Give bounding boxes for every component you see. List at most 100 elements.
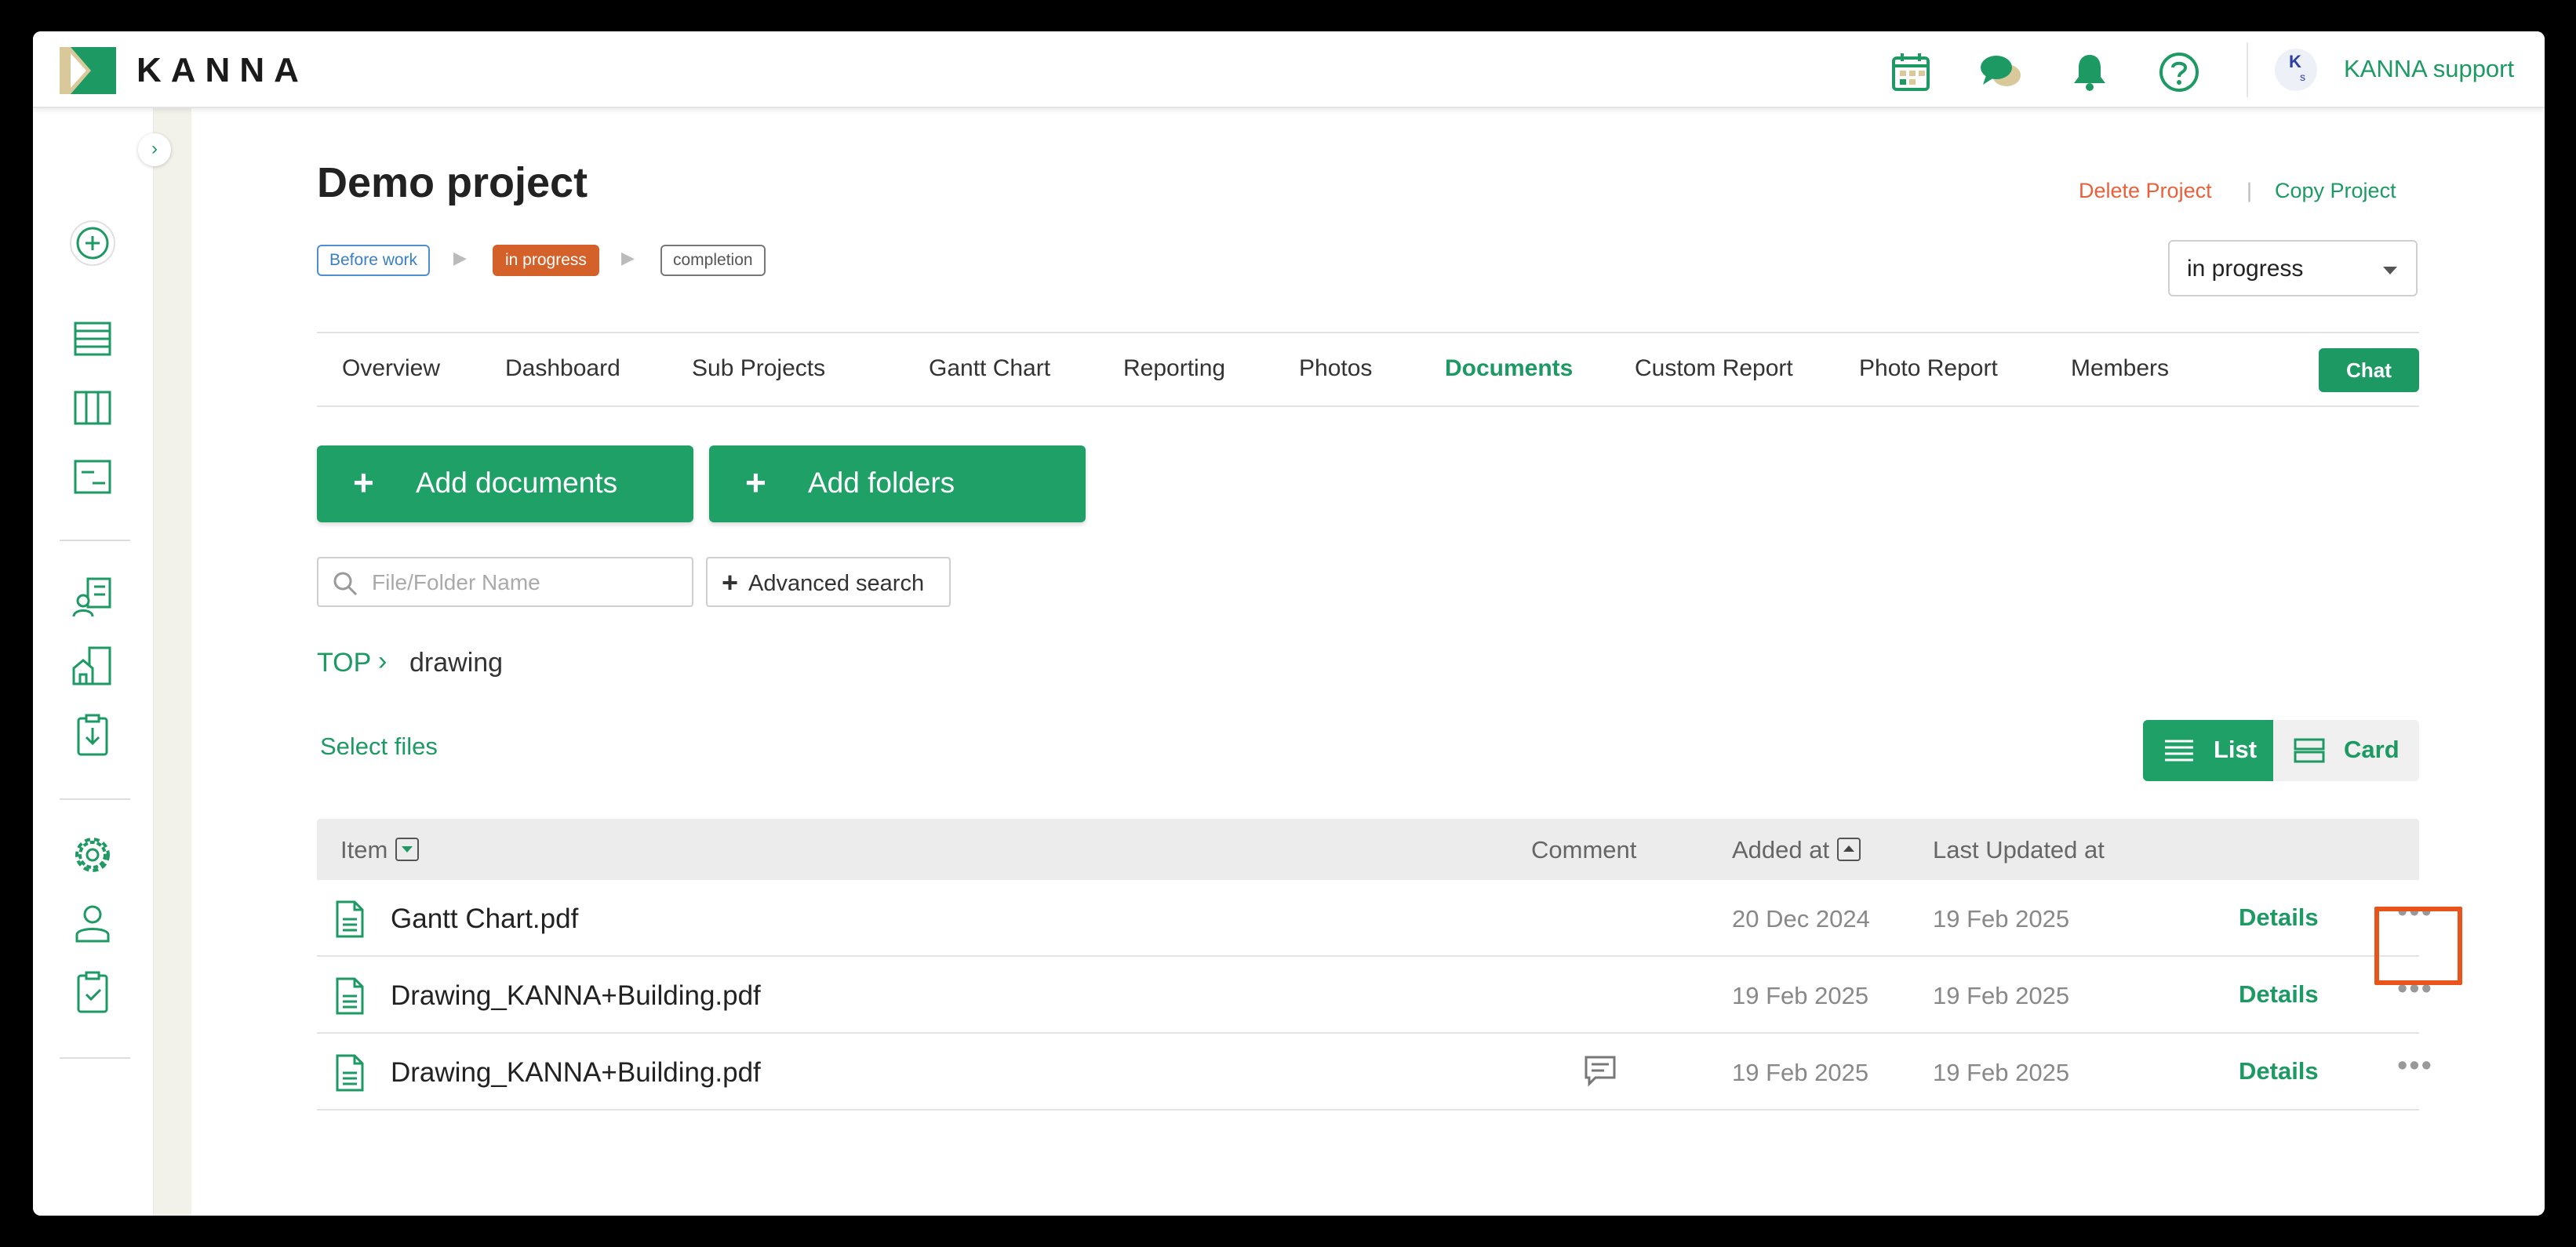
delete-project-link[interactable]: Delete Project	[2079, 179, 2212, 203]
tab-photos[interactable]: Photos	[1299, 355, 1372, 382]
updated-date: 19 Feb 2025	[1933, 1059, 2070, 1086]
status-select-value: in progress	[2187, 256, 2304, 282]
building-icon[interactable]	[69, 643, 116, 690]
chat-bubbles-icon[interactable]	[1978, 50, 2022, 94]
list-view-label: List	[2214, 736, 2258, 763]
list-icon[interactable]	[69, 315, 116, 362]
logo-text: KANNA	[136, 51, 308, 89]
card-view-icon	[2294, 738, 2325, 763]
file-search-field	[317, 557, 693, 607]
file-name[interactable]: Drawing_KANNA+Building.pdf	[391, 1057, 761, 1089]
app-window: KANNA K s KANNA support › Demo project D…	[33, 31, 2545, 1216]
tab-documents[interactable]: Documents	[1445, 355, 1573, 382]
column-updated: Last Updated at	[1933, 836, 2105, 863]
avatar-sub: s	[2300, 71, 2305, 83]
tab-reporting[interactable]: Reporting	[1123, 355, 1225, 382]
help-icon[interactable]	[2157, 50, 2201, 94]
comment-icon[interactable]	[1583, 1054, 1617, 1089]
details-link[interactable]: Details	[2239, 980, 2319, 1009]
breadcrumb-current: drawing	[409, 648, 504, 678]
sidebar-expand-button[interactable]: ›	[138, 133, 171, 166]
sidebar	[33, 108, 154, 1216]
plus-icon: +	[353, 462, 374, 503]
status-select[interactable]: in progress	[2168, 240, 2418, 296]
clipboard-check-icon[interactable]	[69, 969, 116, 1016]
calendar-icon[interactable]	[1889, 50, 1933, 94]
file-name[interactable]: Gantt Chart.pdf	[391, 903, 578, 935]
column-item[interactable]: Item	[340, 836, 420, 864]
file-name[interactable]: Drawing_KANNA+Building.pdf	[391, 980, 761, 1012]
table-row[interactable]: Drawing_KANNA+Building.pdf 19 Feb 2025 1…	[317, 1034, 2432, 1111]
card-view-button[interactable]: Card	[2273, 720, 2419, 781]
columns-icon[interactable]	[69, 384, 116, 431]
top-header: KANNA K s KANNA support	[33, 31, 2545, 108]
stage-in-progress[interactable]: in progress	[493, 245, 599, 276]
sidebar-rail	[154, 108, 191, 1216]
avatar-initial: K	[2289, 52, 2301, 71]
chat-button[interactable]: Chat	[2319, 348, 2419, 392]
card-view-label: Card	[2344, 736, 2400, 763]
added-date: 19 Feb 2025	[1732, 982, 1869, 1009]
stage-before-work[interactable]: Before work	[317, 245, 431, 276]
settings-icon[interactable]	[69, 831, 116, 878]
copy-project-link[interactable]: Copy Project	[2275, 179, 2396, 203]
user-icon[interactable]	[69, 900, 116, 947]
stage-completion[interactable]: completion	[660, 245, 766, 276]
add-folders-button[interactable]: + Add folders	[709, 445, 1086, 522]
advanced-search-label: Advanced search	[748, 571, 925, 596]
add-folders-label: Add folders	[808, 467, 955, 499]
view-toggle: List Card	[2143, 720, 2419, 781]
table-header: Item Comment Added at Last Updated at	[317, 819, 2419, 880]
updated-date: 19 Feb 2025	[1933, 982, 2070, 1009]
sort-desc-icon[interactable]	[395, 837, 420, 861]
avatar[interactable]: K s	[2275, 49, 2317, 91]
kanna-logo[interactable]: KANNA	[60, 47, 308, 94]
report-icon[interactable]	[69, 453, 116, 500]
column-comment: Comment	[1531, 836, 1637, 863]
tab-gantt-chart[interactable]: Gantt Chart	[929, 355, 1050, 382]
tab-overview[interactable]: Overview	[342, 355, 440, 382]
column-item-label: Item	[340, 836, 388, 863]
stage-arrow-icon: ▶	[621, 248, 635, 267]
tab-photo-report[interactable]: Photo Report	[1859, 355, 1998, 382]
added-date: 19 Feb 2025	[1732, 1059, 1869, 1086]
page-title: Demo project	[317, 159, 588, 206]
sort-asc-icon[interactable]	[1837, 837, 1861, 861]
details-link[interactable]: Details	[2239, 1057, 2319, 1085]
bell-icon[interactable]	[2068, 50, 2112, 94]
project-tabs: Overview Dashboard Sub Projects Gantt Ch…	[317, 332, 2419, 407]
breadcrumb-top-link[interactable]: TOP	[317, 648, 371, 678]
list-view-icon	[2165, 740, 2193, 762]
add-documents-button[interactable]: + Add documents	[317, 445, 693, 522]
plus-icon: +	[745, 462, 766, 503]
link-separator: |	[2247, 179, 2253, 202]
list-view-button[interactable]: List	[2143, 720, 2273, 781]
table-row[interactable]: Gantt Chart.pdf 20 Dec 2024 19 Feb 2025 …	[317, 880, 2432, 957]
column-added[interactable]: Added at	[1732, 836, 1861, 864]
updated-date: 19 Feb 2025	[1933, 905, 2070, 933]
client-icon[interactable]	[69, 574, 116, 621]
column-added-label: Added at	[1732, 836, 1830, 863]
user-name-link[interactable]: KANNA support	[2344, 55, 2514, 83]
tab-custom-report[interactable]: Custom Report	[1635, 355, 1793, 382]
add-circle-icon[interactable]	[69, 220, 116, 267]
document-icon	[336, 977, 364, 1015]
table-row[interactable]: Drawing_KANNA+Building.pdf 19 Feb 2025 1…	[317, 957, 2432, 1034]
sidebar-divider	[60, 540, 130, 541]
tab-sub-projects[interactable]: Sub Projects	[692, 355, 825, 382]
search-input[interactable]	[372, 568, 678, 598]
chevron-right-icon: ›	[378, 646, 387, 676]
stage-arrow-icon: ▶	[453, 248, 467, 267]
tab-members[interactable]: Members	[2071, 355, 2169, 382]
details-link[interactable]: Details	[2239, 903, 2319, 932]
highlight-box	[2374, 907, 2462, 985]
chevron-down-icon	[2383, 267, 2397, 274]
select-files-link[interactable]: Select files	[320, 733, 438, 761]
sidebar-divider	[60, 1057, 130, 1059]
more-options-icon[interactable]: •••	[2397, 1049, 2433, 1083]
tab-dashboard[interactable]: Dashboard	[505, 355, 620, 382]
clipboard-download-icon[interactable]	[69, 712, 116, 759]
sidebar-divider	[60, 798, 130, 800]
document-icon	[336, 1054, 364, 1092]
advanced-search-button[interactable]: + Advanced search	[706, 557, 951, 607]
